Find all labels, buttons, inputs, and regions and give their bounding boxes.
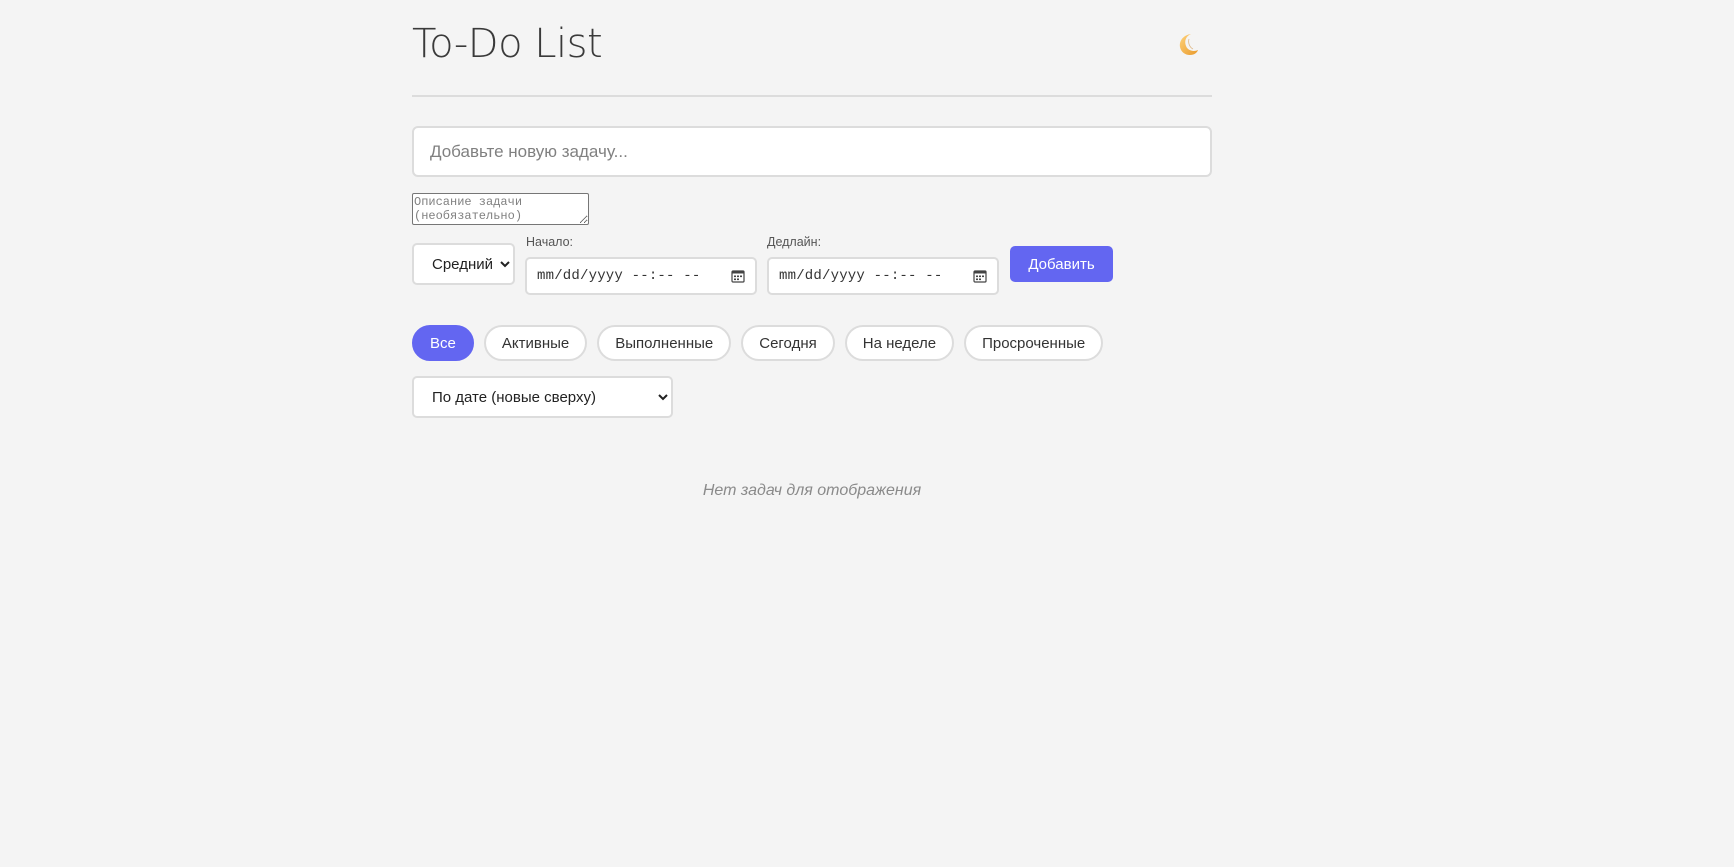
app-container: To-Do List Средний Начало: mm/dd/yyyy --… <box>412 0 1212 499</box>
empty-state-message: Нет задач для отображения <box>702 482 922 499</box>
header: To-Do List <box>412 0 1212 97</box>
filter-active-button[interactable]: Активные <box>483 325 588 361</box>
start-date-value: mm/dd/yyyy --:-- -- <box>537 268 701 284</box>
filter-all-button[interactable]: Все <box>412 325 474 361</box>
filter-today-button[interactable]: Сегодня <box>741 325 835 361</box>
start-date-label: Начало: <box>526 235 574 249</box>
description-textarea[interactable] <box>412 193 589 225</box>
deadline-input[interactable]: mm/dd/yyyy --:-- -- <box>767 257 999 295</box>
page-title: To-Do List <box>412 21 603 67</box>
add-task-button[interactable]: Добавить <box>1010 246 1113 282</box>
start-date-input[interactable]: mm/dd/yyyy --:-- -- <box>525 257 757 295</box>
calendar-icon[interactable] <box>973 269 987 283</box>
theme-toggle-button[interactable] <box>1174 30 1202 58</box>
filter-overdue-button[interactable]: Просроченные <box>964 325 1104 361</box>
crescent-moon-icon <box>1179 34 1198 55</box>
calendar-icon[interactable] <box>731 269 745 283</box>
filter-completed-button[interactable]: Выполненные <box>597 325 732 361</box>
deadline-label: Дедлайн: <box>767 235 822 249</box>
sort-select[interactable]: По дате (новые сверху) <box>412 376 673 418</box>
deadline-value: mm/dd/yyyy --:-- -- <box>779 268 943 284</box>
task-input[interactable] <box>412 126 1212 177</box>
filter-week-button[interactable]: На неделе <box>844 325 955 361</box>
priority-select[interactable]: Средний <box>412 243 515 285</box>
filter-bar: Все Активные Выполненные Сегодня На неде… <box>412 325 1104 361</box>
